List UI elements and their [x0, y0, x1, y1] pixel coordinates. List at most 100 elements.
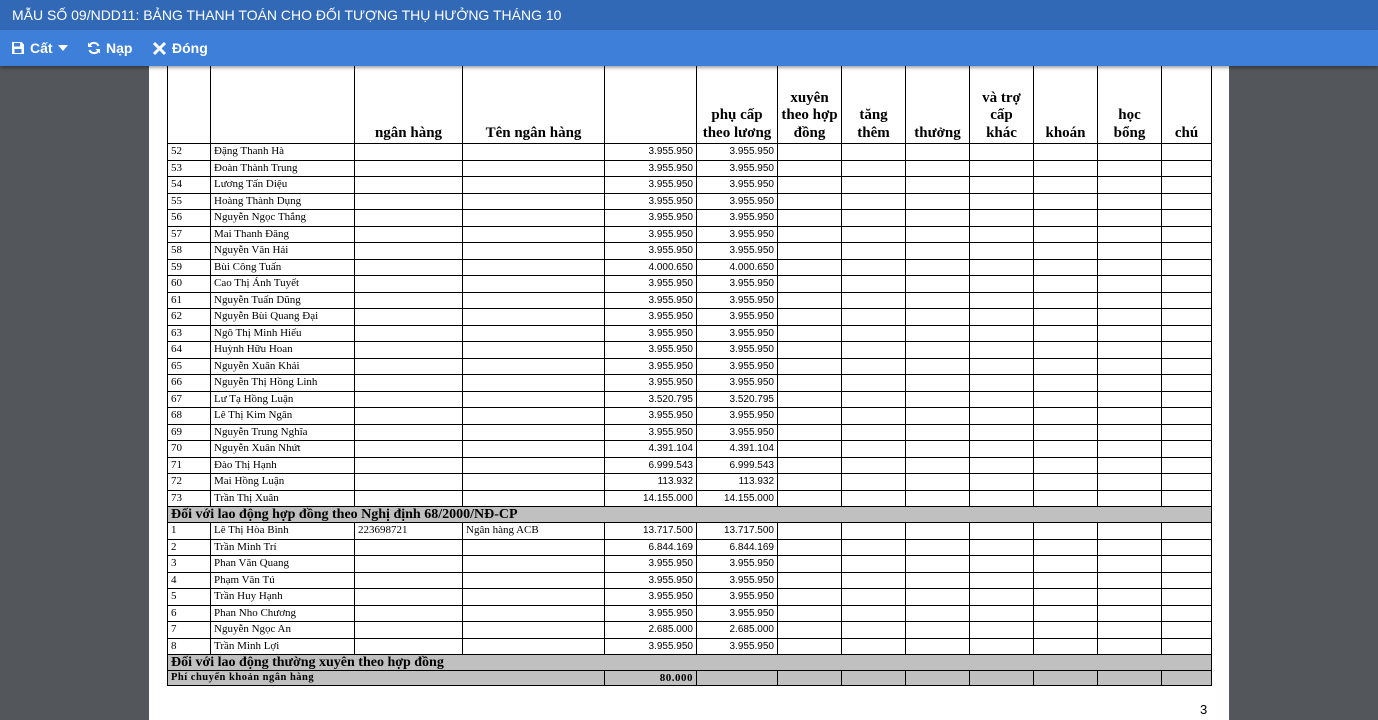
empty-cell [969, 324, 1034, 342]
empty-cell [1161, 604, 1212, 622]
bank-account [354, 242, 463, 260]
empty-cell [1097, 473, 1162, 491]
amount: 3.955.950 [604, 357, 697, 375]
allowance-amount: 3.520.795 [696, 390, 778, 408]
bank-name [462, 341, 605, 359]
row-number: 5 [167, 588, 211, 606]
table-row: 55 Hoàng Thành Dụng 3.955.950 3.955.950 [167, 192, 1212, 210]
empty-cell [905, 275, 970, 293]
amount: 3.955.950 [604, 588, 697, 606]
empty-cell [1033, 143, 1098, 161]
empty-cell [777, 423, 842, 441]
allowance-amount: 3.955.950 [696, 588, 778, 606]
row-number: 66 [167, 374, 211, 392]
empty-cell [1097, 159, 1162, 177]
row-number: 70 [167, 440, 211, 458]
table-row: 59 Bùi Công Tuấn 4.000.650 4.000.650 [167, 258, 1212, 276]
caret-down-icon[interactable] [57, 45, 68, 51]
empty-cell [1161, 473, 1212, 491]
empty-cell [1161, 159, 1212, 177]
empty-cell [1097, 291, 1162, 309]
empty-cell [969, 522, 1034, 540]
bank-name [462, 621, 605, 639]
amount: 3.955.950 [604, 604, 697, 622]
column-header [210, 66, 355, 144]
bank-name [462, 555, 605, 573]
bank-name [462, 456, 605, 474]
bank-account [354, 291, 463, 309]
table-row: 72 Mai Hồng Luận 113.932 113.932 [167, 473, 1212, 491]
amount: 3.955.950 [604, 637, 697, 655]
empty-cell [1097, 522, 1162, 540]
row-number: 56 [167, 209, 211, 227]
table-row: 5 Trần Huy Hạnh 3.955.950 3.955.950 [167, 588, 1212, 606]
bank-account [354, 489, 463, 507]
table-row: 56 Nguyễn Ngọc Thắng 3.955.950 3.955.950 [167, 209, 1212, 227]
section-header-row: Đối với lao động hợp đồng theo Nghị định… [167, 506, 1212, 523]
empty-cell [905, 258, 970, 276]
row-number: 71 [167, 456, 211, 474]
empty-cell [1161, 407, 1212, 425]
toolbar: Cất Nạp Đóng [0, 30, 1378, 66]
empty-cell [841, 291, 906, 309]
empty-cell [841, 242, 906, 260]
beneficiary-name: Huỳnh Hữu Hoan [210, 341, 355, 359]
table-row: 73 Trần Thị Xuân 14.155.000 14.155.000 [167, 489, 1212, 507]
empty-cell [1033, 291, 1098, 309]
save-button[interactable]: Cất [11, 30, 68, 66]
empty-cell [841, 538, 906, 556]
empty-cell [1161, 489, 1212, 507]
empty-cell [1161, 538, 1212, 556]
row-number: 6 [167, 604, 211, 622]
column-header: khoán [1033, 66, 1098, 144]
bank-account [354, 258, 463, 276]
reload-button[interactable]: Nạp [87, 30, 132, 66]
empty-cell [905, 242, 970, 260]
beneficiary-name: Trần Thị Xuân [210, 489, 355, 507]
row-number: 57 [167, 225, 211, 243]
column-header: học bổng [1097, 66, 1162, 144]
empty-cell [1161, 522, 1212, 540]
row-number: 53 [167, 159, 211, 177]
bank-account [354, 440, 463, 458]
empty-cell [1161, 308, 1212, 326]
empty-cell [1161, 357, 1212, 375]
amount: 3.955.950 [604, 341, 697, 359]
table-row: 52 Đặng Thanh Hà 3.955.950 3.955.950 [167, 143, 1212, 161]
bank-name [462, 291, 605, 309]
row-number: 7 [167, 621, 211, 639]
empty-cell [1033, 440, 1098, 458]
empty-cell [905, 621, 970, 639]
beneficiary-name: Hoàng Thành Dụng [210, 192, 355, 210]
row-number: 1 [167, 522, 211, 540]
beneficiary-name: Nguyễn Trung Nghĩa [210, 423, 355, 441]
empty-cell [1033, 456, 1098, 474]
empty-cell [777, 538, 842, 556]
bank-name [462, 159, 605, 177]
allowance-amount: 3.955.950 [696, 407, 778, 425]
row-number: 52 [167, 143, 211, 161]
empty-cell [1161, 670, 1212, 686]
table-row: 62 Nguyễn Bùi Quang Đại 3.955.950 3.955.950 [167, 308, 1212, 326]
empty-cell [905, 209, 970, 227]
empty-cell [1033, 407, 1098, 425]
table-row: 61 Nguyễn Tuấn Dũng 3.955.950 3.955.950 [167, 291, 1212, 309]
close-button[interactable]: Đóng [152, 30, 208, 66]
bank-account [354, 538, 463, 556]
bank-name [462, 473, 605, 491]
empty-cell [969, 275, 1034, 293]
empty-cell [777, 225, 842, 243]
bank-fee-label: Phí chuyển khoản ngân hàng [167, 670, 605, 686]
column-header: thưởng [905, 66, 970, 144]
empty-cell [777, 308, 842, 326]
empty-cell [969, 588, 1034, 606]
bank-name [462, 374, 605, 392]
allowance-amount: 14.155.000 [696, 489, 778, 507]
row-number: 73 [167, 489, 211, 507]
empty-cell [841, 637, 906, 655]
empty-cell [905, 407, 970, 425]
empty-cell [1097, 555, 1162, 573]
empty-cell [1097, 637, 1162, 655]
empty-cell [841, 390, 906, 408]
table-row: 57 Mai Thanh Đăng 3.955.950 3.955.950 [167, 225, 1212, 243]
